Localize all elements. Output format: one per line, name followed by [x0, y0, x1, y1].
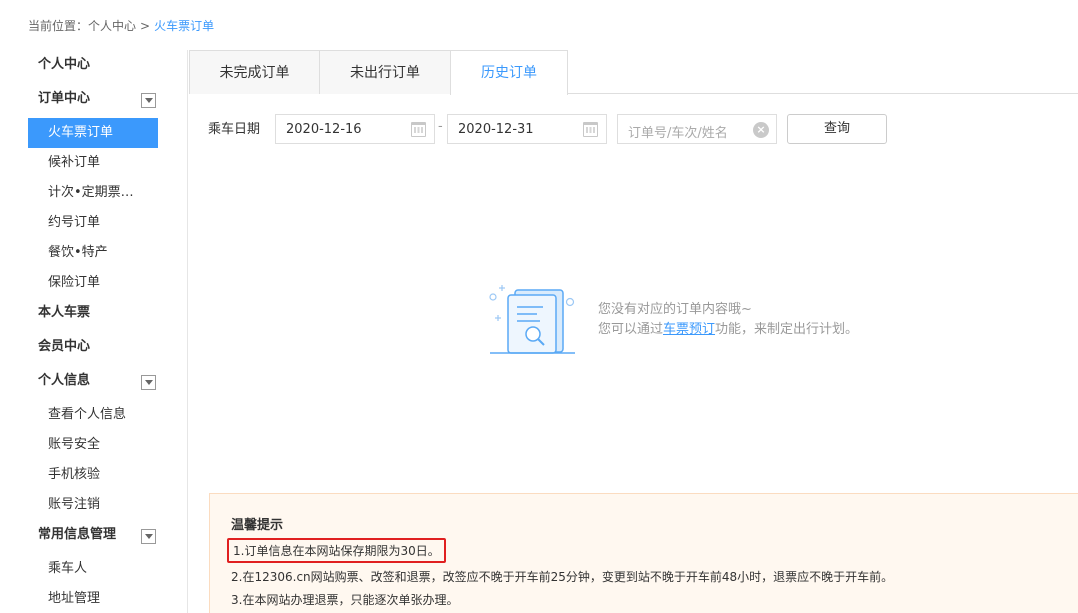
sidebar-item-phone-verification[interactable]: 手机核验 — [28, 460, 158, 490]
sidebar-group-personal-center[interactable]: 个人中心 — [28, 50, 187, 84]
sidebar-item-waitlist-orders[interactable]: 候补订单 — [28, 148, 158, 178]
query-button[interactable]: 查询 — [787, 114, 887, 144]
tip-item-highlighted: 1.订单信息在本网站保存期限为30日。 — [227, 538, 446, 563]
sidebar-item-view-personal-info[interactable]: 查看个人信息 — [28, 400, 158, 430]
sidebar-item-reservation-orders[interactable]: 约号订单 — [28, 208, 158, 238]
tips-panel: 温馨提示 1.订单信息在本网站保存期限为30日。 2.在12306.cn网站购票… — [209, 493, 1078, 613]
sidebar: 个人中心 订单中心 火车票订单 候补订单 计次•定期票… 约号订单 餐饮•特产 … — [28, 50, 188, 613]
start-date-field[interactable]: 2020-12-16 — [275, 114, 435, 144]
date-label: 乘车日期 — [208, 122, 261, 137]
sidebar-item-account-security[interactable]: 账号安全 — [28, 430, 158, 460]
tab-incomplete-orders[interactable]: 未完成订单 — [189, 50, 320, 94]
empty-orders-illustration-icon — [489, 285, 575, 354]
empty-message: 您没有对应的订单内容哦~ 您可以通过车票预订功能，来制定出行计划。 — [598, 300, 858, 340]
breadcrumb-home-link[interactable]: 个人中心 — [88, 19, 136, 33]
search-placeholder: 订单号/车次/姓名 — [628, 126, 728, 141]
sidebar-item-address-management[interactable]: 地址管理 — [28, 584, 158, 613]
collapse-toggle-icon[interactable] — [141, 375, 156, 390]
tab-untraveled-orders[interactable]: 未出行订单 — [319, 50, 451, 94]
tips-title: 温馨提示 — [231, 518, 284, 533]
empty-message-line2: 您可以通过车票预订功能，来制定出行计划。 — [598, 320, 858, 340]
sidebar-item-account-cancellation[interactable]: 账号注销 — [28, 490, 158, 520]
search-input[interactable]: 订单号/车次/姓名 × — [617, 114, 777, 144]
date-separator: - — [438, 119, 443, 134]
sidebar-group-label: 常用信息管理 — [38, 527, 117, 542]
sidebar-group-label: 个人信息 — [38, 373, 91, 388]
sidebar-group-common-info[interactable]: 常用信息管理 — [28, 520, 187, 554]
sidebar-item-insurance-orders[interactable]: 保险订单 — [28, 268, 158, 298]
sidebar-item-periodic-tickets[interactable]: 计次•定期票… — [28, 178, 158, 208]
sidebar-item-catering[interactable]: 餐饮•特产 — [28, 238, 158, 268]
calendar-icon[interactable] — [583, 122, 598, 137]
tip-item: 2.在12306.cn网站购票、改签和退票，改签应不晚于开车前25分钟，变更到站… — [231, 570, 894, 584]
collapse-toggle-icon[interactable] — [141, 529, 156, 544]
collapse-toggle-icon[interactable] — [141, 93, 156, 108]
order-tabs: 未完成订单 未出行订单 历史订单 — [189, 50, 1078, 95]
sidebar-group-order-center[interactable]: 订单中心 — [28, 84, 187, 118]
breadcrumb: 当前位置：个人中心 > 火车票订单 — [28, 17, 214, 34]
sidebar-item-passengers[interactable]: 乘车人 — [28, 554, 158, 584]
sidebar-group-member-center[interactable]: 会员中心 — [28, 332, 187, 366]
breadcrumb-separator: > — [140, 19, 151, 33]
sidebar-group-my-tickets[interactable]: 本人车票 — [28, 298, 187, 332]
clear-icon[interactable]: × — [753, 122, 769, 138]
breadcrumb-current[interactable]: 火车票订单 — [154, 19, 214, 33]
tip-item: 3.在本网站办理退票，只能逐次单张办理。 — [231, 593, 459, 607]
sidebar-group-personal-info[interactable]: 个人信息 — [28, 366, 187, 400]
empty-message-line1: 您没有对应的订单内容哦~ — [598, 302, 752, 317]
end-date-value: 2020-12-31 — [458, 122, 534, 137]
end-date-field[interactable]: 2020-12-31 — [447, 114, 607, 144]
calendar-icon[interactable] — [411, 122, 426, 137]
empty-message-suffix: 功能，来制定出行计划。 — [715, 322, 859, 337]
sidebar-item-train-ticket-orders[interactable]: 火车票订单 — [28, 118, 158, 148]
sidebar-group-label: 订单中心 — [38, 91, 91, 106]
empty-message-prefix: 您可以通过 — [598, 322, 664, 337]
breadcrumb-prefix: 当前位置： — [28, 19, 89, 33]
tab-history-orders[interactable]: 历史订单 — [450, 50, 568, 95]
ticket-booking-link[interactable]: 车票预订 — [663, 322, 715, 337]
start-date-value: 2020-12-16 — [286, 122, 362, 137]
